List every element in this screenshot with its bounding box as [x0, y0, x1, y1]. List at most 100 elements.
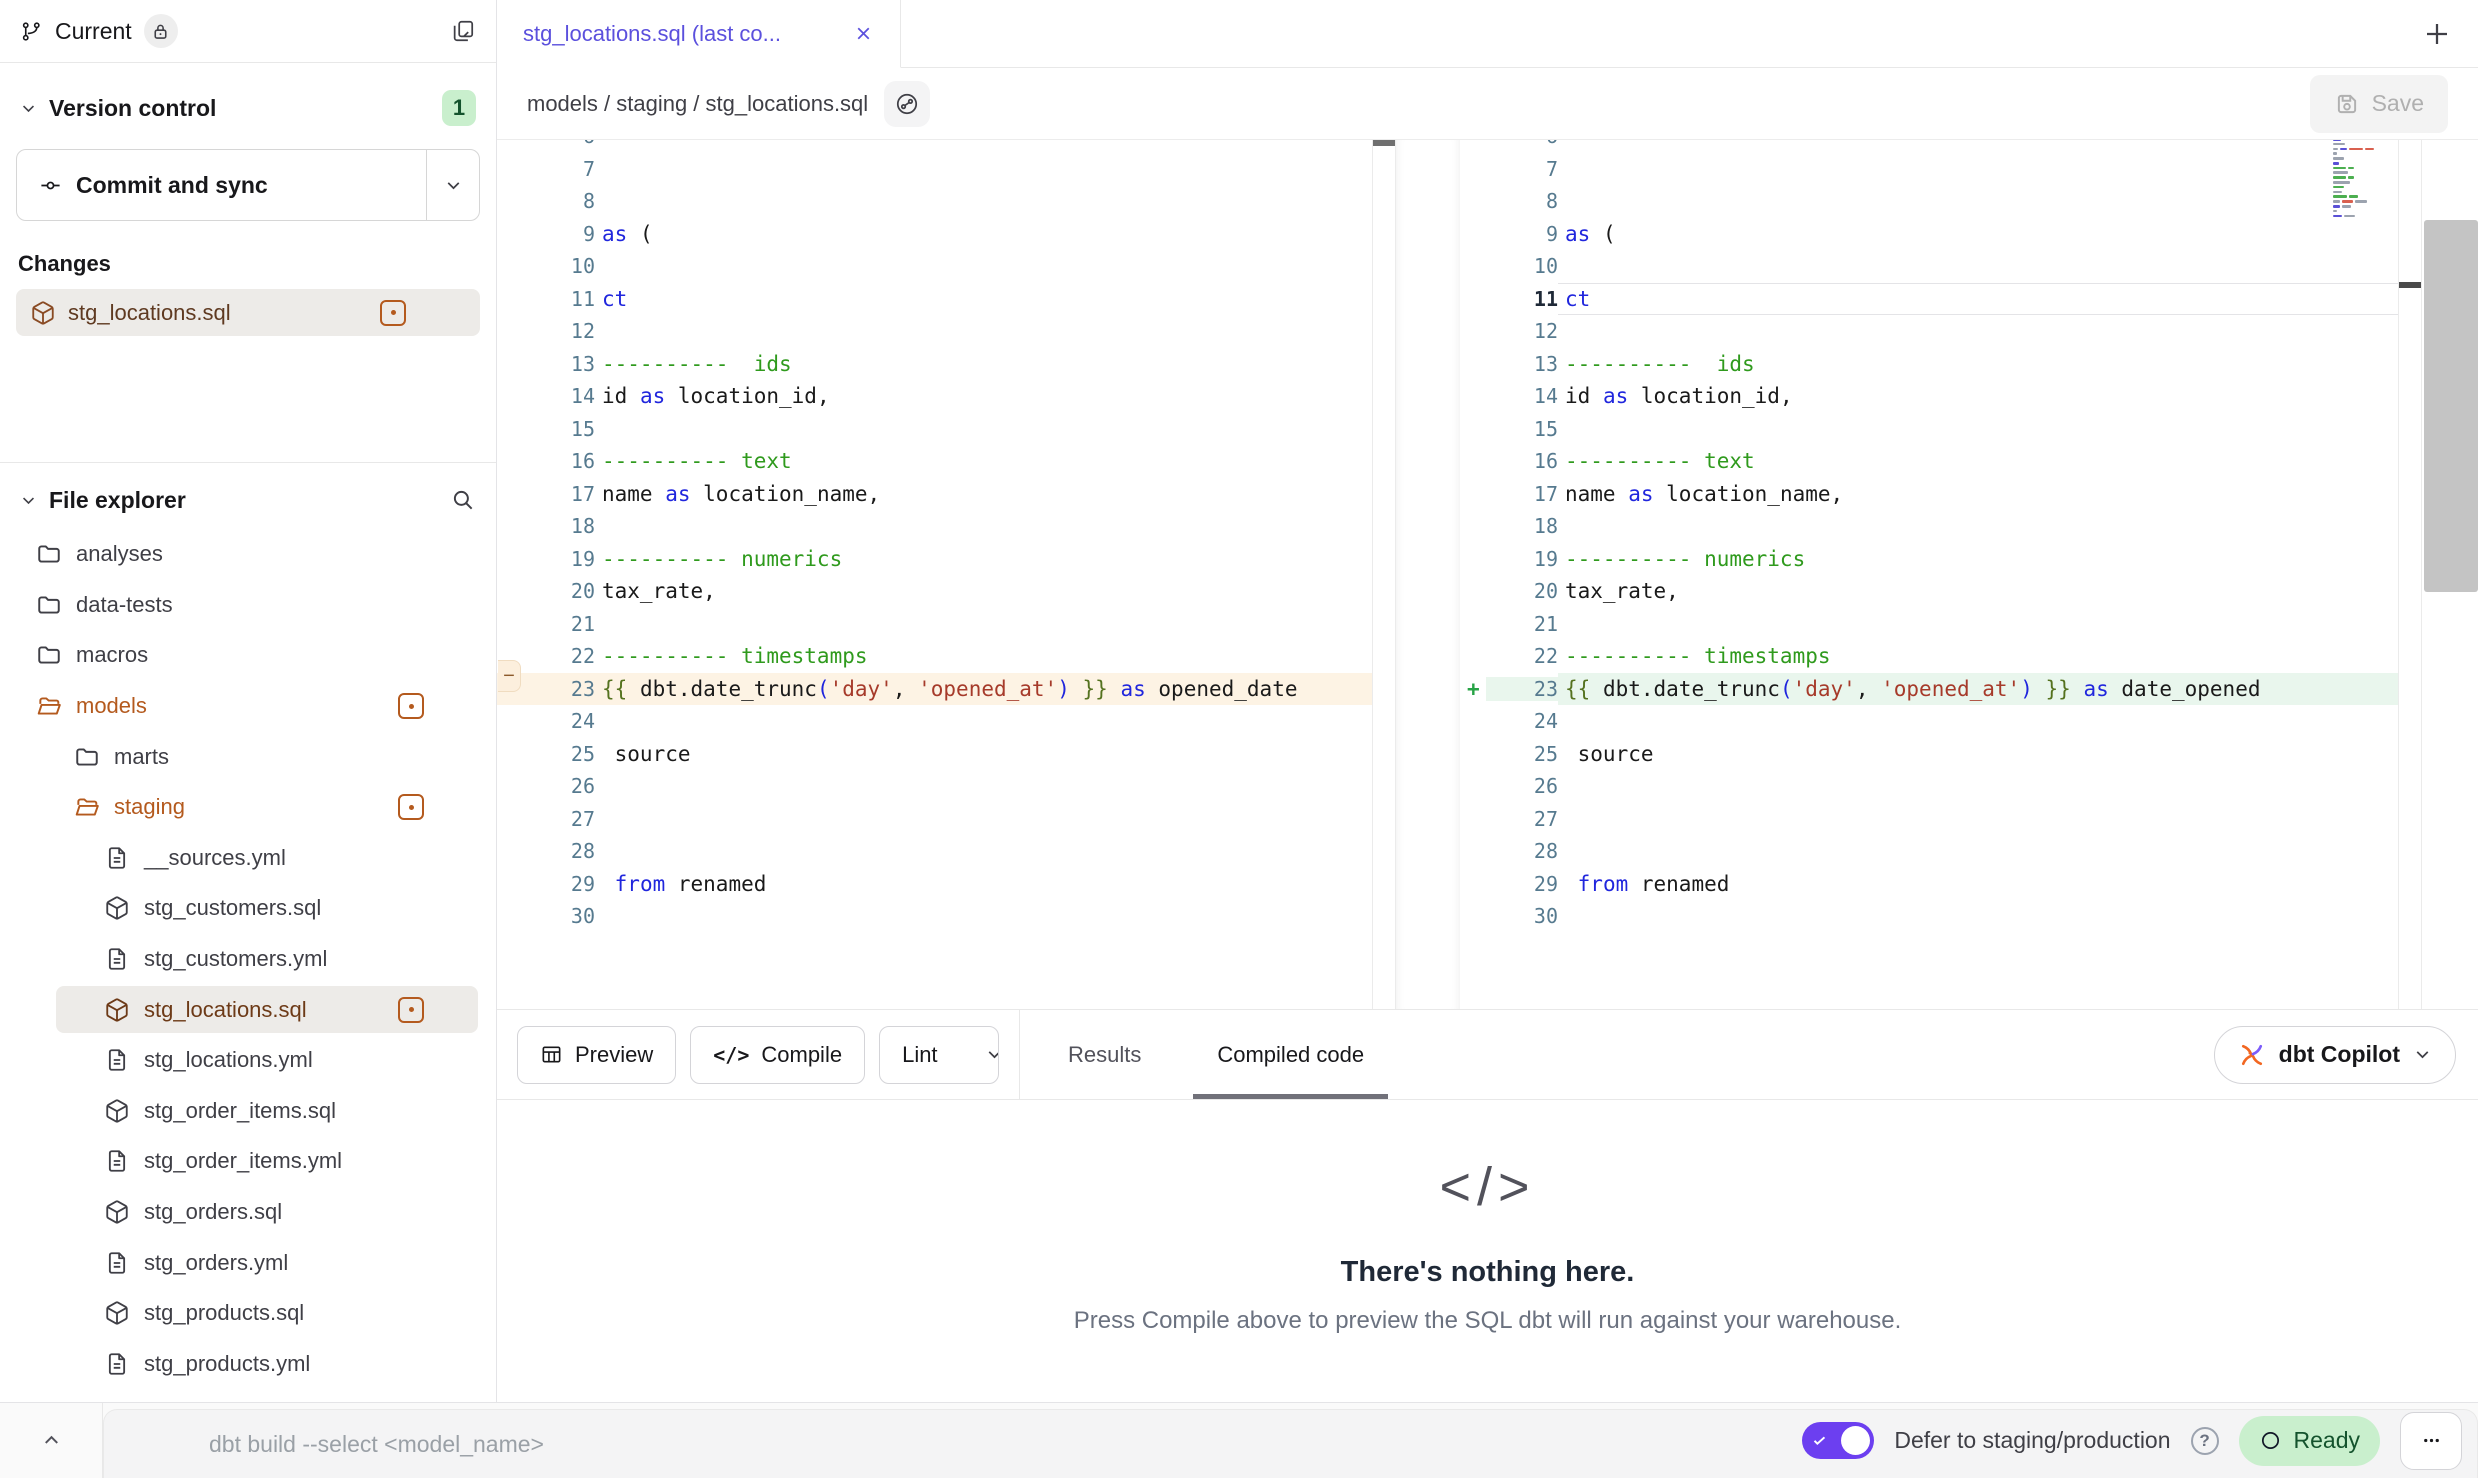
- code-line-11-right[interactable]: 11ct: [1460, 283, 2398, 316]
- code-line-10-left[interactable]: 10: [497, 250, 1372, 283]
- code-line-17-right[interactable]: 17name as location_name,: [1460, 478, 2398, 511]
- code-line-10-right[interactable]: 10: [1460, 250, 2398, 283]
- code-line-19-left[interactable]: 19---------- numerics: [497, 543, 1372, 576]
- file-tree-item-models[interactable]: models: [0, 681, 496, 732]
- lint-options-chevron[interactable]: [984, 1027, 999, 1083]
- commit-and-sync-main[interactable]: Commit and sync: [17, 150, 426, 220]
- code-line-26-right[interactable]: 26: [1460, 770, 2398, 803]
- code-line-27-right[interactable]: 27: [1460, 803, 2398, 836]
- lint-label[interactable]: Lint: [880, 1027, 959, 1083]
- code-line-18-left[interactable]: 18: [497, 510, 1372, 543]
- code-line-8-left[interactable]: 8: [497, 185, 1372, 218]
- code-line-12-left[interactable]: 12: [497, 315, 1372, 348]
- code-line-16-left[interactable]: 16---------- text: [497, 445, 1372, 478]
- file-tree-item-stg_customers.yml[interactable]: stg_customers.yml: [0, 934, 496, 985]
- page-scroll-thumb[interactable]: [2424, 220, 2478, 592]
- file-tree-item-stg_products.sql[interactable]: stg_products.sql: [0, 1288, 496, 1339]
- code-line-30-right[interactable]: 30: [1460, 900, 2398, 933]
- tab-compiled-code[interactable]: Compiled code: [1217, 1010, 1364, 1099]
- save-button[interactable]: Save: [2310, 75, 2448, 133]
- left-pane-scrollbar[interactable]: [1372, 140, 1396, 1009]
- code-line-20-right[interactable]: 20tax_rate,: [1460, 575, 2398, 608]
- code-line-29-left[interactable]: 29 from renamed: [497, 868, 1372, 901]
- version-control-header[interactable]: Version control 1: [16, 81, 480, 135]
- defer-toggle[interactable]: [1802, 1422, 1874, 1459]
- search-icon[interactable]: [450, 487, 476, 513]
- code-line-13-left[interactable]: 13---------- ids: [497, 348, 1372, 381]
- sidebar-resize-handle[interactable]: −: [498, 660, 521, 692]
- diff-pane-modified[interactable]: 6789as (1011ct1213---------- ids14id as …: [1460, 140, 2398, 1009]
- file-tree-item-stg_order_items.sql[interactable]: stg_order_items.sql: [0, 1086, 496, 1137]
- code-line-30-left[interactable]: 30: [497, 900, 1372, 933]
- diff-pane-original[interactable]: 6789as (1011ct1213---------- ids14id as …: [497, 140, 1372, 1009]
- right-pane-scroll-thumb[interactable]: [2399, 282, 2421, 288]
- code-line-23-right[interactable]: +23{{ dbt.date_trunc('day', 'opened_at')…: [1460, 673, 2398, 706]
- code-line-21-right[interactable]: 21: [1460, 608, 2398, 641]
- compile-button[interactable]: </> Compile: [690, 1026, 865, 1084]
- dbt-copilot-button[interactable]: dbt Copilot: [2214, 1026, 2456, 1084]
- tab-stg-locations[interactable]: stg_locations.sql (last co...: [497, 0, 901, 68]
- code-line-24-right[interactable]: 24: [1460, 705, 2398, 738]
- code-line-17-left[interactable]: 17name as location_name,: [497, 478, 1372, 511]
- file-tree-item-staging[interactable]: staging: [0, 782, 496, 833]
- code-line-18-right[interactable]: 18: [1460, 510, 2398, 543]
- code-line-27-left[interactable]: 27: [497, 803, 1372, 836]
- file-tree-item-stg_orders.yml[interactable]: stg_orders.yml: [0, 1237, 496, 1288]
- code-line-20-left[interactable]: 20tax_rate,: [497, 575, 1372, 608]
- code-line-11-left[interactable]: 11ct: [497, 283, 1372, 316]
- file-tree-item-stg_order_items.yml[interactable]: stg_order_items.yml: [0, 1136, 496, 1187]
- file-tree-item-stg_orders.sql[interactable]: stg_orders.sql: [0, 1187, 496, 1238]
- preview-button[interactable]: Preview: [517, 1026, 676, 1084]
- file-tree-item-stg_locations.yml[interactable]: stg_locations.yml: [0, 1035, 496, 1086]
- left-pane-scroll-thumb[interactable]: [1373, 140, 1395, 146]
- code-line-28-right[interactable]: 28: [1460, 835, 2398, 868]
- code-minimap[interactable]: [2333, 140, 2395, 219]
- code-line-9-right[interactable]: 9as (: [1460, 218, 2398, 251]
- code-line-24-left[interactable]: 24: [497, 705, 1372, 738]
- code-line-14-left[interactable]: 14id as location_id,: [497, 380, 1372, 413]
- file-tree-item-analyses[interactable]: analyses: [0, 529, 496, 580]
- file-explorer-header[interactable]: File explorer: [0, 471, 496, 529]
- close-tab-icon[interactable]: [853, 23, 874, 44]
- code-line-23-left[interactable]: −23{{ dbt.date_trunc('day', 'opened_at')…: [497, 673, 1372, 706]
- file-tree-item-macros[interactable]: macros: [0, 630, 496, 681]
- code-line-7-left[interactable]: 7: [497, 153, 1372, 186]
- commit-and-sync-button[interactable]: Commit and sync: [16, 149, 480, 221]
- tab-results[interactable]: Results: [1068, 1010, 1141, 1099]
- file-tree-item-stg_locations.sql[interactable]: stg_locations.sql: [0, 984, 496, 1035]
- code-line-28-left[interactable]: 28: [497, 835, 1372, 868]
- page-scrollbar[interactable]: [2422, 140, 2478, 1009]
- code-line-29-right[interactable]: 29 from renamed: [1460, 868, 2398, 901]
- code-line-7-right[interactable]: 7: [1460, 153, 2398, 186]
- commit-options-chevron[interactable]: [427, 150, 479, 220]
- file-tree-item-data-tests[interactable]: data-tests: [0, 580, 496, 631]
- lint-split-button[interactable]: Lint: [879, 1026, 999, 1084]
- code-line-22-left[interactable]: 22---------- timestamps: [497, 640, 1372, 673]
- changed-file-row[interactable]: stg_locations.sql: [16, 289, 480, 336]
- code-line-9-left[interactable]: 9as (: [497, 218, 1372, 251]
- code-line-25-left[interactable]: 25 source: [497, 738, 1372, 771]
- code-line-19-right[interactable]: 19---------- numerics: [1460, 543, 2398, 576]
- collapse-command-bar-button[interactable]: [0, 1403, 103, 1478]
- code-line-13-right[interactable]: 13---------- ids: [1460, 348, 2398, 381]
- new-tab-plus-icon[interactable]: [2422, 19, 2452, 49]
- file-tree-item-marts[interactable]: marts: [0, 731, 496, 782]
- code-line-25-right[interactable]: 25 source: [1460, 738, 2398, 771]
- file-tree-item-stg_products.yml[interactable]: stg_products.yml: [0, 1339, 496, 1390]
- lineage-button[interactable]: [884, 81, 930, 127]
- code-line-22-right[interactable]: 22---------- timestamps: [1460, 640, 2398, 673]
- help-question-icon[interactable]: ?: [2191, 1427, 2219, 1455]
- code-line-12-right[interactable]: 12: [1460, 315, 2398, 348]
- right-pane-scrollbar[interactable]: [2398, 140, 2422, 1009]
- code-line-8-right[interactable]: 8: [1460, 185, 2398, 218]
- branch-name[interactable]: Current: [55, 18, 132, 45]
- duplicate-files-icon[interactable]: [450, 18, 476, 44]
- more-options-button[interactable]: [2400, 1412, 2462, 1470]
- code-line-15-left[interactable]: 15: [497, 413, 1372, 446]
- code-line-14-right[interactable]: 14id as location_id,: [1460, 380, 2398, 413]
- code-line-21-left[interactable]: 21: [497, 608, 1372, 641]
- code-line-6-left[interactable]: 6: [497, 140, 1372, 153]
- code-line-15-right[interactable]: 15: [1460, 413, 2398, 446]
- code-line-16-right[interactable]: 16---------- text: [1460, 445, 2398, 478]
- file-tree-item-__sources.yml[interactable]: __sources.yml: [0, 833, 496, 884]
